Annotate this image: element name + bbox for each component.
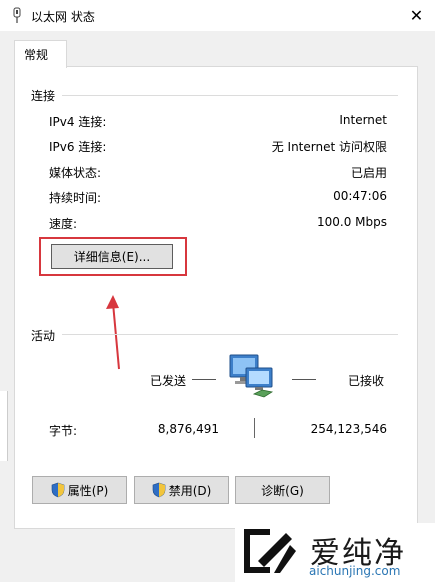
connection-group-label: 连接: [31, 89, 56, 103]
received-label: 已接收: [348, 374, 385, 388]
sent-label: 已发送: [150, 374, 187, 388]
watermark-url: aichunjing.com: [309, 564, 401, 578]
bytes-label: 字节:: [49, 424, 78, 438]
diagnose-button[interactable]: 诊断(G): [235, 476, 330, 504]
network-computers-icon: [229, 354, 274, 398]
tab-panel: [14, 66, 418, 529]
media-state-label: 媒体状态:: [49, 166, 102, 180]
bytes-received-value: 254,123,546: [310, 422, 387, 436]
connection-divider: [62, 95, 398, 96]
disable-button[interactable]: 禁用(D): [134, 476, 229, 504]
media-state-value: 已启用: [350, 166, 387, 180]
sent-dash: [192, 379, 216, 380]
network-adapter-icon: [13, 7, 21, 23]
window-title: 以太网 状态: [31, 10, 95, 24]
activity-divider: [62, 334, 398, 335]
admin-shield-icon: [152, 482, 165, 498]
watermark-logo-icon: [244, 529, 296, 573]
properties-button[interactable]: 属性(P): [32, 476, 127, 504]
ipv4-label: IPv4 连接:: [49, 115, 107, 129]
speed-label: 速度:: [49, 217, 78, 231]
admin-shield-icon: [51, 482, 64, 498]
activity-group-label: 活动: [31, 329, 56, 343]
disable-button-label: 禁用(D): [168, 483, 212, 498]
received-dash: [292, 379, 316, 380]
speed-value: 100.0 Mbps: [316, 215, 387, 229]
duration-label: 持续时间:: [49, 191, 102, 205]
duration-value: 00:47:06: [333, 189, 387, 203]
background-window-edge: [0, 391, 8, 461]
red-arrow-annotation: [106, 295, 120, 370]
ipv6-value: 无 Internet 访问权限: [271, 140, 387, 154]
close-button[interactable]: ✕: [398, 0, 435, 31]
ipv6-label: IPv6 连接:: [49, 140, 107, 154]
bytes-separator: [254, 418, 255, 438]
ipv4-value: Internet: [339, 113, 387, 127]
details-highlight-box: [39, 237, 187, 276]
properties-button-label: 属性(P): [67, 483, 109, 498]
tab-general[interactable]: 常规: [14, 40, 67, 68]
tab-general-label: 常规: [24, 48, 49, 62]
bytes-sent-value: 8,876,491: [157, 422, 219, 436]
diagnose-button-label: 诊断(G): [261, 483, 304, 498]
